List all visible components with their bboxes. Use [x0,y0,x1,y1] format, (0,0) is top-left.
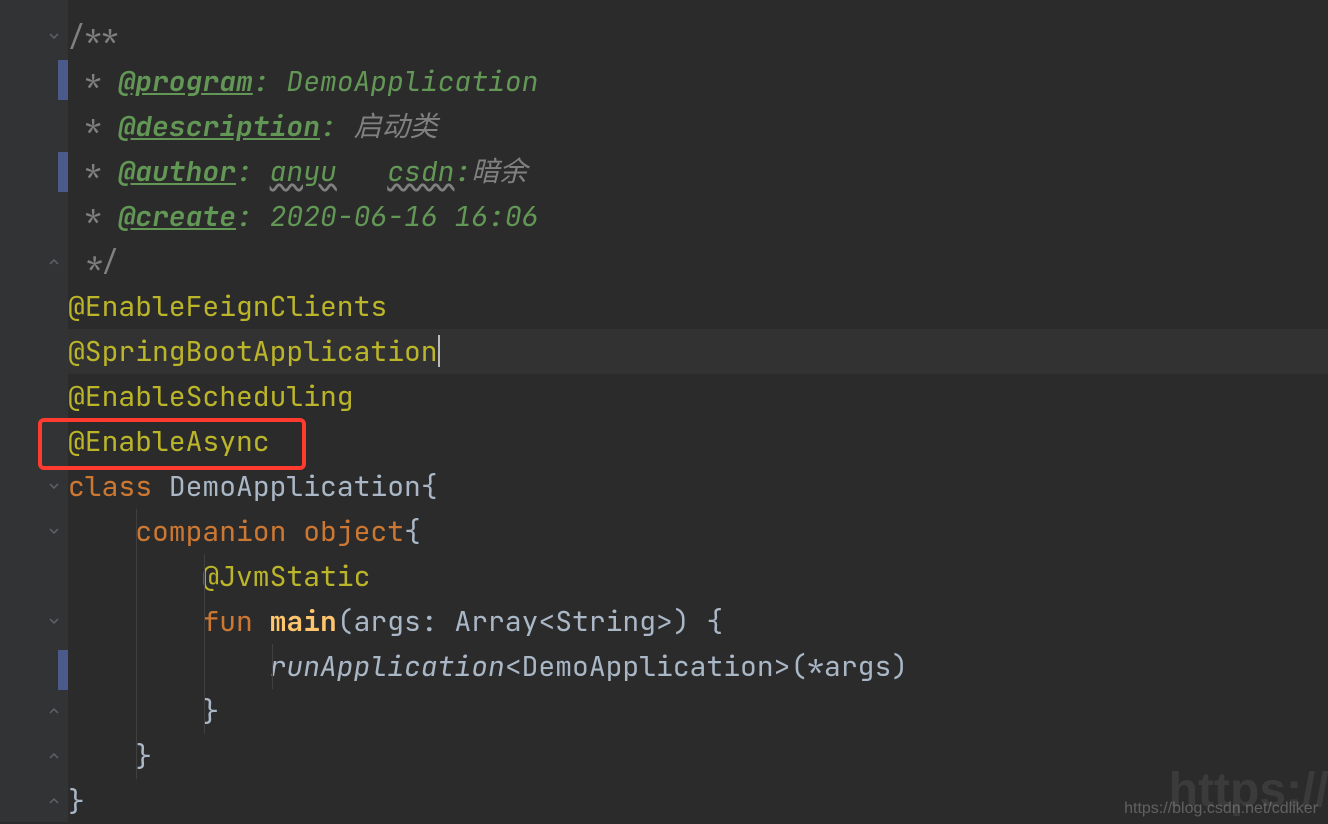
gutter [0,0,68,822]
code-line[interactable]: */ [68,239,1328,284]
code-line[interactable]: class DemoApplication{ [68,464,1328,509]
fold-collapse-icon[interactable] [46,28,62,44]
code-line[interactable]: * @program: DemoApplication [68,59,1328,104]
code-line-active[interactable]: @SpringBootApplication [68,329,1328,374]
change-marker [58,152,68,192]
text-caret [438,335,440,367]
fold-expand-icon[interactable] [46,748,62,764]
change-marker [58,60,68,100]
highlight-box [38,418,306,470]
code-editor[interactable]: /** * @program: DemoApplication * @descr… [0,0,1328,822]
code-line[interactable]: companion object{ [68,509,1328,554]
code-line[interactable]: runApplication<DemoApplication>(*args) [68,644,1328,689]
code-line[interactable]: @EnableFeignClients [68,284,1328,329]
fold-expand-icon[interactable] [46,793,62,809]
code-content[interactable]: /** * @program: DemoApplication * @descr… [68,0,1328,822]
fold-expand-icon[interactable] [46,254,62,270]
code-line[interactable]: @JvmStatic [68,554,1328,599]
code-line[interactable]: * @description: 启动类 [68,104,1328,149]
code-line[interactable]: fun main(args: Array<String>) { [68,599,1328,644]
fold-collapse-icon[interactable] [46,523,62,539]
code-line[interactable]: } [68,689,1328,734]
code-line[interactable]: * @author: anyu csdn:暗余 [68,149,1328,194]
code-line[interactable]: * @create: 2020-06-16 16:06 [68,194,1328,239]
code-line[interactable]: @EnableScheduling [68,374,1328,419]
code-line[interactable]: } [68,734,1328,779]
fold-collapse-icon[interactable] [46,613,62,629]
code-line[interactable]: /** [68,14,1328,59]
fold-expand-icon[interactable] [46,703,62,719]
watermark: https://blog.csdn.net/cdliker [1124,800,1318,818]
fold-collapse-icon[interactable] [46,478,62,494]
change-marker [58,650,68,690]
